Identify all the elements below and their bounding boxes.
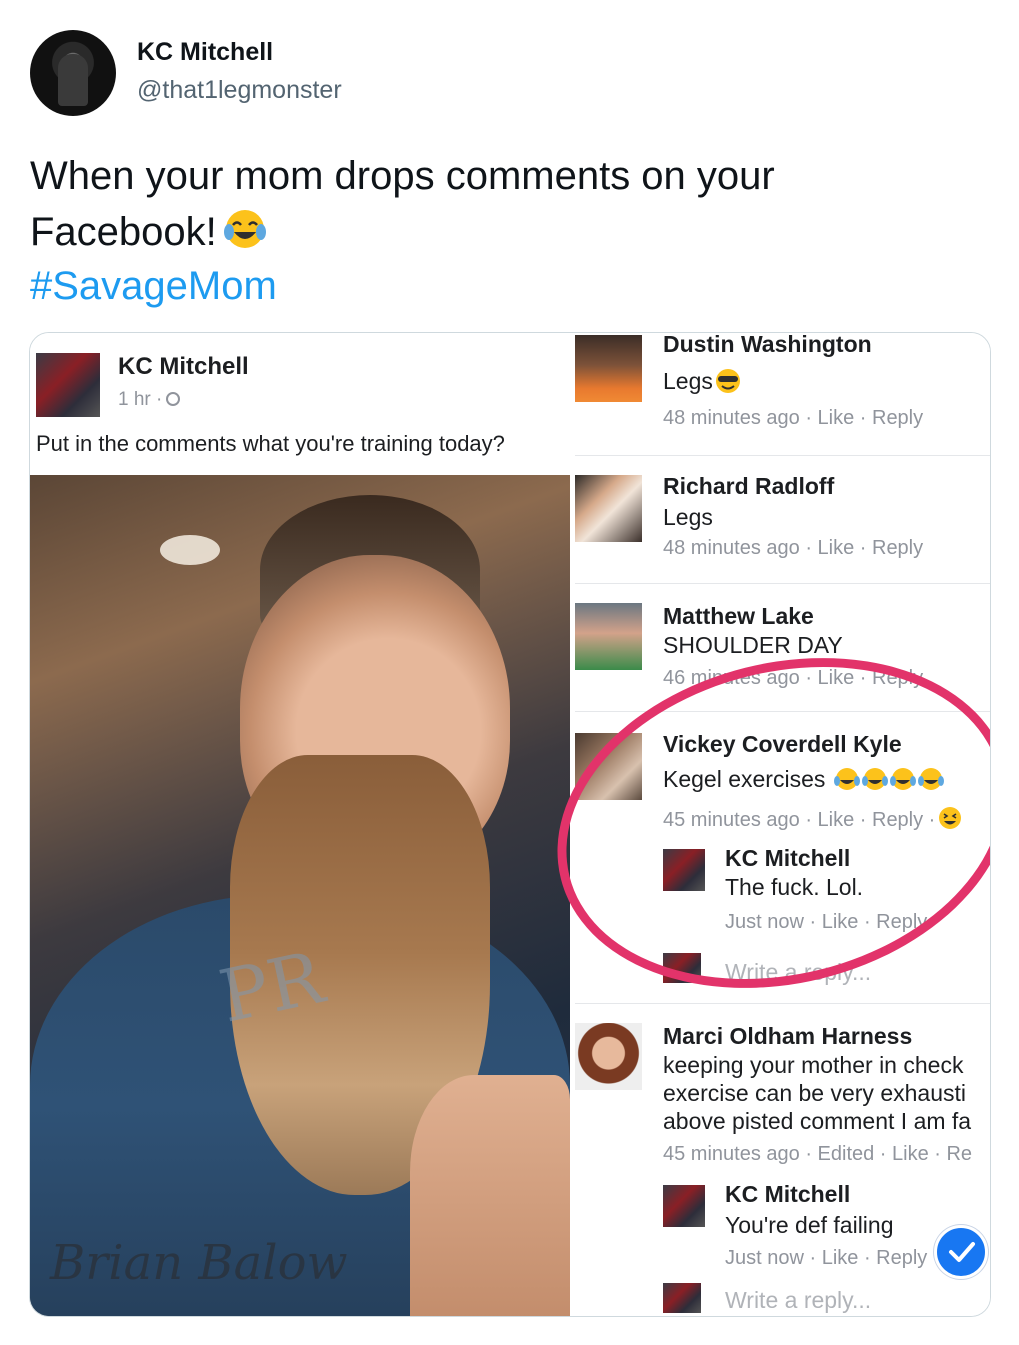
commenter-name: Vickey Coverdell Kyle [663,731,902,757]
comment-meta: 48 minutes ago · Like · Reply [663,537,924,559]
reply-author-name: KC Mitchell [725,1181,851,1207]
comment-text: Legs [663,504,713,530]
comment-meta: 46 minutes ago · Like · Reply [663,667,924,689]
write-reply-avatar [663,953,701,983]
comment-text-line: keeping your mother in check [663,1052,964,1078]
facebook-post-meta: 1 hr · [118,389,181,411]
comment-text: Legs [663,368,713,394]
write-reply-input[interactable]: Write a reply... [725,959,871,986]
comment-text-line: exercise can be very exhausti [663,1080,966,1106]
commenter-name: Matthew Lake [663,603,814,629]
tweet-text-line1: When your mom drops comments on your [30,154,775,198]
commenter-name: Marci Oldham Harness [663,1023,913,1049]
tweet-hashtag-link[interactable]: #SavageMom [30,258,277,314]
tears-of-joy-emoji-icon [223,210,266,248]
tweet-media-image[interactable]: KC Mitchell 1 hr · Put in the comments w… [29,332,991,1317]
reply-avatar [663,1185,705,1227]
tweet-author-avatar[interactable] [30,30,116,116]
commenter-avatar [575,603,642,670]
facebook-post-photo: PR Brian Balow [30,475,570,1316]
comment-text: Kegel exercises [663,766,826,792]
check-badge-icon [934,1225,988,1279]
commenter-avatar [575,335,642,402]
commenter-avatar [575,1023,642,1090]
comment-meta: 48 minutes ago · Like · Reply [663,407,924,429]
facebook-post: KC Mitchell 1 hr · Put in the comments w… [30,333,575,1316]
tweet-text-line2: Facebook! [30,210,217,254]
facebook-post-time: 1 hr · [118,389,163,410]
reply-text: You're def failing [725,1212,894,1238]
facebook-comments: Dustin Washington Legs 48 minutes ago · … [575,332,990,1316]
reply-avatar [663,849,705,891]
reply-author-name: KC Mitchell [725,845,851,871]
sunglasses-emoji-icon [715,369,740,393]
reply-meta: Just now · Like · Reply [725,1247,928,1269]
comment-meta: 45 minutes ago · Edited · Like · Re [663,1143,973,1165]
tears-of-joy-emoji-icon [889,768,916,790]
tears-of-joy-emoji-icon [861,768,888,790]
commenter-avatar [575,475,642,542]
globe-icon [166,392,181,406]
commenter-name: Richard Radloff [663,473,835,499]
photo-tattoo-text: Brian Balow [50,1235,348,1291]
commenter-avatar [575,733,642,800]
comment-text: SHOULDER DAY [663,632,843,658]
comment-text-line: above pisted comment I am fa [663,1108,972,1134]
tweet-author-handle[interactable]: @that1legmonster [137,76,342,105]
laughing-emoji-icon [939,807,962,829]
write-reply-input[interactable]: Write a reply... [725,1287,871,1314]
facebook-post-author-name: KC Mitchell [118,353,249,380]
write-reply-avatar [663,1283,701,1313]
facebook-post-author-avatar [36,353,100,417]
commenter-name: Dustin Washington [663,332,872,357]
comment-meta: 45 minutes ago · Like · Reply · [663,809,936,831]
facebook-post-status: Put in the comments what you're training… [36,431,505,456]
tears-of-joy-emoji-icon [917,768,944,790]
reply-meta: Just now · Like · Reply [725,911,928,933]
tears-of-joy-emoji-icon [833,768,860,790]
tweet-author-name[interactable]: KC Mitchell [137,38,273,67]
reply-text: The fuck. Lol. [725,874,864,900]
tweet-text: When your mom drops comments on your Fac… [30,148,970,260]
